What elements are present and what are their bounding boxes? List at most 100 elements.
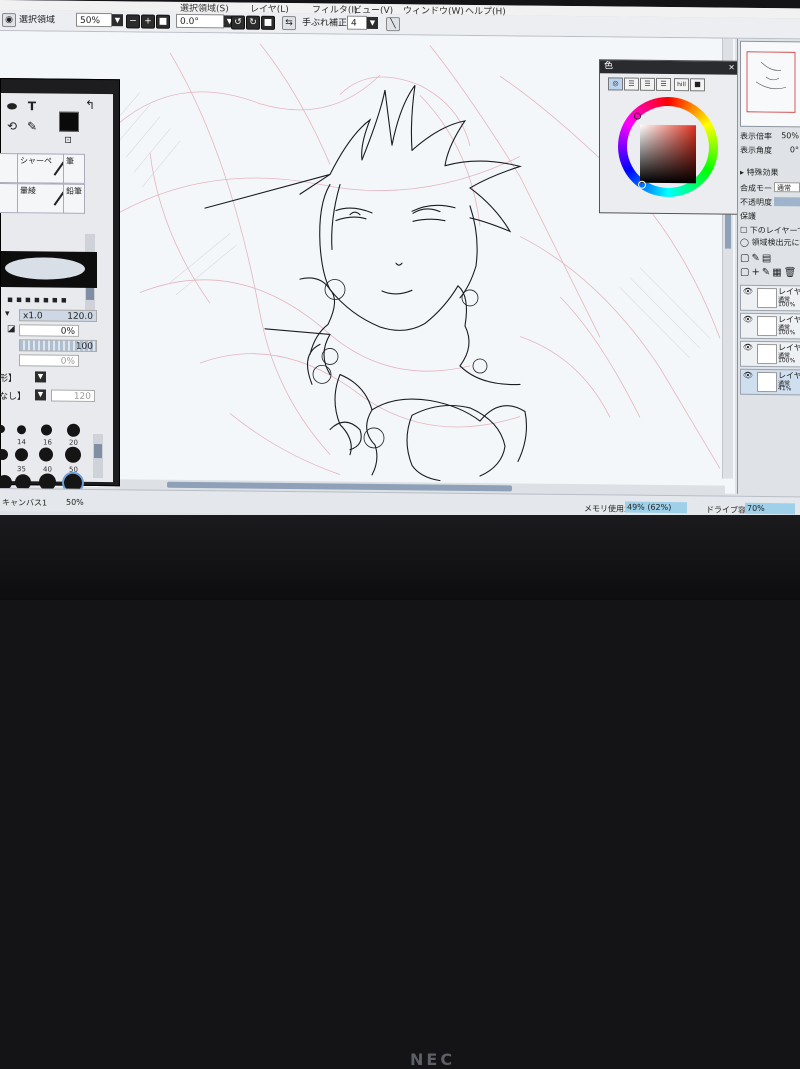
layer-action-buttons[interactable]: ▢✎▤ — [740, 253, 773, 264]
layer-opacity: 100% — [778, 301, 795, 308]
swap-colors-icon[interactable]: ↰ — [83, 98, 97, 112]
zoom-field[interactable]: 50% — [76, 13, 112, 27]
line-tool-icon[interactable]: ╲ — [386, 17, 400, 31]
clip-checkbox[interactable]: ☐ 下のレイヤーでクリッピング — [740, 225, 800, 237]
size-mode-icon[interactable]: ▾ — [5, 309, 10, 319]
brush-size-scrollbar[interactable] — [93, 434, 103, 478]
eye-icon[interactable]: ◉ — [2, 13, 16, 27]
brush-size-label: 40 — [43, 465, 52, 473]
flip-icon[interactable]: ⇆ — [282, 16, 296, 30]
brush-size-dot[interactable] — [65, 447, 81, 463]
brush-size-dot[interactable] — [67, 424, 80, 437]
primary-color-swatch[interactable] — [59, 112, 79, 132]
saturation-value-square[interactable] — [640, 125, 696, 184]
brush-size-dot[interactable] — [0, 425, 5, 433]
eye-icon[interactable]: 👁 — [742, 343, 754, 353]
view-zoom-label: 表示倍率 — [740, 131, 772, 142]
zoom-out-button[interactable]: − — [126, 14, 140, 28]
hsv-slider-tab[interactable]: ☰ — [640, 78, 655, 91]
color-panel-title: 色 — [600, 60, 738, 74]
brush-slot-3-label: 筆 — [66, 156, 74, 167]
texture-dropdown-icon[interactable]: ▼ — [35, 389, 46, 400]
clip-label: 下のレイヤーでクリッピング — [750, 226, 800, 236]
brush-size-label: 35 — [17, 465, 26, 473]
tool-panel-body: ⬬ T ⟲ ✎ ↰ ⊡ ム シャーペ 筆 ン 暈綾 鉛筆 ▪ ▪ ▪ ▪ ▪ ▪… — [1, 93, 113, 482]
stabilizer-field[interactable]: 4 — [347, 16, 367, 30]
brush-size-dot[interactable] — [41, 424, 52, 435]
tool-options-separator: ▪ ▪ ▪ ▪ ▪ ▪ ▪ — [7, 295, 67, 306]
view-angle-value[interactable]: 0° — [790, 145, 799, 154]
brush-size-value: 120.0 — [67, 311, 93, 323]
layer-opacity: 100% — [778, 329, 795, 336]
rotate-view-icon[interactable]: ⟲ — [5, 119, 19, 133]
eye-icon[interactable]: 👁 — [742, 315, 754, 325]
color-wheel-tab[interactable]: ◎ — [608, 77, 623, 90]
layer-tool-buttons[interactable]: ▢+✎▦🗑 — [740, 267, 798, 279]
memory-usage-bar: 49% (62%) — [625, 502, 687, 514]
layer-row-selected[interactable]: 👁 レイヤー 通常 41% — [740, 369, 800, 396]
mixer-tab[interactable]: hill — [674, 78, 689, 91]
brush-slot-3[interactable]: 筆 — [63, 154, 85, 184]
drive-usage-bar: 70% — [745, 503, 795, 515]
selection-label: 選択領域 — [19, 13, 55, 27]
rotate-left-button[interactable]: ↺ — [231, 15, 245, 29]
rgb-slider-tab[interactable]: ☰ — [624, 78, 639, 91]
canvas-zoom: 50% — [66, 498, 84, 507]
brush-size-dot[interactable] — [15, 448, 28, 461]
brush-slot-2[interactable]: シャーペ — [17, 153, 65, 184]
shape-label: 形】 — [0, 371, 17, 384]
stabilizer-dropdown-icon[interactable]: ▼ — [367, 17, 378, 29]
color-panel: 色 × ◎ ☰ ☰ ☰ hill ■ — [599, 59, 739, 214]
zoom-reset-button[interactable]: ■ — [156, 15, 170, 29]
layer-row[interactable]: 👁 レイヤー 通常 100% — [740, 285, 800, 312]
view-zoom-value[interactable]: 50% — [781, 131, 799, 140]
rotate-right-button[interactable]: ↻ — [246, 16, 260, 30]
eye-icon[interactable]: 👁 — [742, 287, 754, 297]
brush-slot-6[interactable]: 鉛筆 — [63, 184, 85, 214]
canvas-name[interactable]: キャンバス1 — [2, 497, 47, 508]
brush-slot-5[interactable]: 暈綾 — [17, 183, 65, 214]
text-tool-icon[interactable]: T — [25, 99, 39, 113]
layer-thumbnail — [757, 316, 777, 336]
navigator-thumbnail — [741, 42, 800, 127]
texture-label: なし】 — [0, 389, 26, 402]
special-effects-header[interactable]: ▸ 特殊効果 — [740, 167, 779, 178]
tool-panel: ⬬ T ⟲ ✎ ↰ ⊡ ム シャーペ 筆 ン 暈綾 鉛筆 ▪ ▪ ▪ ▪ ▪ ▪… — [0, 78, 120, 486]
monitor-bezel: NEC — [0, 515, 800, 600]
brush-size-dot[interactable] — [39, 447, 53, 461]
hue-marker[interactable] — [634, 113, 641, 120]
app-screen: 選択領域(S) レイヤ(L) フィルタ(I) ビュー(V) ウィンドウ(W) ヘ… — [0, 0, 800, 528]
brush-size-dot[interactable] — [0, 449, 8, 460]
blend-mode-select[interactable]: 通常 — [774, 182, 800, 192]
density-field[interactable]: 0% — [19, 324, 79, 337]
brush-size-scroll-thumb[interactable] — [94, 444, 102, 458]
layer-opacity-slider[interactable] — [774, 197, 800, 206]
rotation-field[interactable]: 0.0° — [176, 14, 224, 29]
texture-strength-field[interactable]: 120 — [51, 390, 95, 402]
brush-size-field[interactable]: x1.0120.0 — [19, 309, 97, 322]
brush-preview-shape — [5, 257, 85, 280]
navigator-preview[interactable] — [740, 41, 800, 128]
rotate-reset-button[interactable]: ■ — [261, 16, 275, 30]
transparent-color-icon[interactable]: ⊡ — [61, 134, 75, 148]
layer-row[interactable]: 👁 レイヤー 通常 100% — [740, 341, 800, 368]
close-icon[interactable]: × — [728, 63, 735, 72]
color-picker-marker[interactable] — [638, 181, 646, 189]
scratchpad-tab[interactable]: ■ — [690, 78, 705, 91]
zoom-dropdown-icon[interactable]: ▼ — [112, 14, 123, 26]
lasso-icon[interactable]: ⬬ — [5, 99, 19, 113]
shape-dropdown-icon[interactable]: ▼ — [35, 371, 46, 382]
zoom-in-button[interactable]: + — [141, 14, 155, 28]
layer-row[interactable]: 👁 レイヤー 通常 100% — [740, 313, 800, 340]
brush-slot-2-label: シャーペ — [20, 155, 52, 166]
eyedropper-icon[interactable]: ✎ — [25, 119, 39, 133]
eye-icon[interactable]: 👁 — [742, 371, 754, 381]
texture-field[interactable]: 0% — [19, 354, 79, 367]
swatch-tab[interactable]: ☰ — [656, 78, 671, 91]
selection-source-checkbox[interactable]: ◯ 領域検出元に指定 — [740, 237, 800, 249]
brush-size-dot[interactable] — [17, 425, 26, 434]
brush-size-label: 14 — [17, 438, 26, 446]
protect-label: 保護 — [740, 211, 756, 222]
opacity-slider[interactable]: 100 — [19, 339, 97, 352]
layer-thumbnail — [757, 344, 777, 364]
